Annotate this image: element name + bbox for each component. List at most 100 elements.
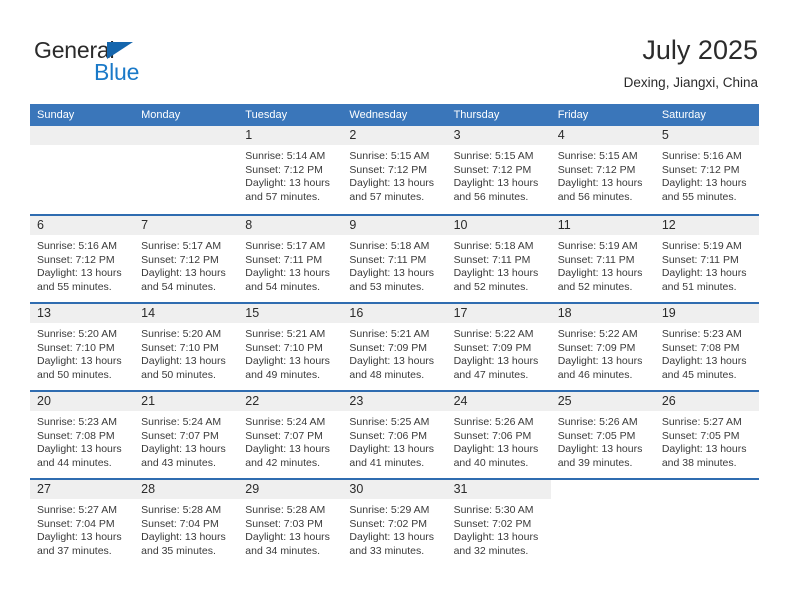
- sunrise-text: Sunrise: 5:21 AM: [245, 328, 326, 340]
- day-cell[interactable]: 19 Sunrise: 5:23 AM Sunset: 7:08 PM Dayl…: [654, 304, 759, 390]
- day-number: 31: [453, 482, 468, 496]
- day-number: 18: [557, 306, 572, 320]
- day-cell[interactable]: 2 Sunrise: 5:15 AM Sunset: 7:12 PM Dayli…: [342, 126, 447, 214]
- day-cell[interactable]: 3 Sunrise: 5:15 AM Sunset: 7:12 PM Dayli…: [446, 126, 551, 214]
- day-cell[interactable]: 23 Sunrise: 5:25 AM Sunset: 7:06 PM Dayl…: [342, 392, 447, 478]
- day-header-tuesday: Tuesday: [245, 109, 288, 121]
- day-cell[interactable]: 9 Sunrise: 5:18 AM Sunset: 7:11 PM Dayli…: [342, 216, 447, 302]
- day-header-wednesday: Wednesday: [349, 109, 408, 121]
- title-block: July 2025 Dexing, Jiangxi, China: [624, 34, 758, 91]
- day-cell[interactable]: 29 Sunrise: 5:28 AM Sunset: 7:03 PM Dayl…: [238, 480, 343, 566]
- day-cell[interactable]: 7 Sunrise: 5:17 AM Sunset: 7:12 PM Dayli…: [134, 216, 239, 302]
- sunrise-text: Sunrise: 5:23 AM: [37, 416, 117, 428]
- calendar-page: General Blue July 2025 Dexing, Jiangxi, …: [0, 0, 792, 612]
- day-header-monday: Monday: [141, 109, 181, 121]
- day-number: 19: [661, 306, 676, 320]
- day-cell[interactable]: 15 Sunrise: 5:21 AM Sunset: 7:10 PM Dayl…: [238, 304, 343, 390]
- day-number: 17: [453, 306, 468, 320]
- day-header-thursday: Thursday: [453, 109, 500, 121]
- day-number: 11: [557, 218, 571, 232]
- sunset-text: Sunset: 7:12 PM: [453, 163, 532, 176]
- daylight-text: Daylight: 13 hours and 50 minutes.: [37, 355, 122, 381]
- day-cell[interactable]: 20 Sunrise: 5:23 AM Sunset: 7:08 PM Dayl…: [30, 392, 135, 478]
- sunrise-text: Sunrise: 5:21 AM: [349, 328, 430, 340]
- daylight-text: Daylight: 13 hours and 57 minutes.: [245, 177, 330, 203]
- week-row: 27 Sunrise: 5:27 AM Sunset: 7:04 PM Dayl…: [30, 478, 759, 566]
- day-cell[interactable]: 8 Sunrise: 5:17 AM Sunset: 7:11 PM Dayli…: [238, 216, 343, 302]
- day-cell[interactable]: [654, 480, 759, 566]
- week-row: 13 Sunrise: 5:20 AM Sunset: 7:10 PM Dayl…: [30, 302, 759, 390]
- general-blue-logo[interactable]: General Blue: [34, 38, 194, 86]
- day-number: 3: [453, 128, 461, 142]
- daylight-text: Daylight: 13 hours and 32 minutes.: [453, 531, 539, 557]
- day-number: 24: [453, 394, 468, 408]
- day-cell[interactable]: 12 Sunrise: 5:19 AM Sunset: 7:11 PM Dayl…: [654, 216, 759, 302]
- sunrise-text: Sunrise: 5:27 AM: [661, 416, 742, 428]
- sunset-text: Sunset: 7:12 PM: [557, 163, 636, 176]
- daylight-text: Daylight: 13 hours and 35 minutes.: [141, 531, 226, 557]
- day-cell[interactable]: 26 Sunrise: 5:27 AM Sunset: 7:05 PM Dayl…: [654, 392, 759, 478]
- sunset-text: Sunset: 7:11 PM: [349, 253, 427, 266]
- daylight-text: Daylight: 13 hours and 53 minutes.: [349, 267, 435, 293]
- sunrise-text: Sunrise: 5:26 AM: [557, 416, 638, 428]
- sunrise-text: Sunrise: 5:17 AM: [245, 240, 326, 252]
- sunset-text: Sunset: 7:09 PM: [557, 341, 636, 354]
- daylight-text: Daylight: 13 hours and 52 minutes.: [557, 267, 643, 293]
- day-cell[interactable]: 4 Sunrise: 5:15 AM Sunset: 7:12 PM Dayli…: [550, 126, 655, 214]
- day-cell[interactable]: 16 Sunrise: 5:21 AM Sunset: 7:09 PM Dayl…: [342, 304, 447, 390]
- day-cell[interactable]: 13 Sunrise: 5:20 AM Sunset: 7:10 PM Dayl…: [30, 304, 135, 390]
- day-number: 25: [557, 394, 572, 408]
- day-cell[interactable]: 11 Sunrise: 5:19 AM Sunset: 7:11 PM Dayl…: [550, 216, 655, 302]
- daylight-text: Daylight: 13 hours and 52 minutes.: [453, 267, 539, 293]
- day-cell[interactable]: 24 Sunrise: 5:26 AM Sunset: 7:06 PM Dayl…: [446, 392, 551, 478]
- sunset-text: Sunset: 7:11 PM: [661, 253, 739, 266]
- day-cell[interactable]: 6 Sunrise: 5:16 AM Sunset: 7:12 PM Dayli…: [30, 216, 135, 302]
- daylight-text: Daylight: 13 hours and 56 minutes.: [453, 177, 539, 203]
- day-cell[interactable]: [550, 480, 655, 566]
- sunrise-text: Sunrise: 5:16 AM: [37, 240, 117, 252]
- sunrise-text: Sunrise: 5:27 AM: [37, 504, 117, 516]
- day-cell[interactable]: 22 Sunrise: 5:24 AM Sunset: 7:07 PM Dayl…: [238, 392, 343, 478]
- daylight-text: Daylight: 13 hours and 43 minutes.: [141, 443, 226, 469]
- calendar-grid: Sunday Monday Tuesday Wednesday Thursday…: [30, 104, 759, 566]
- day-cell[interactable]: 5 Sunrise: 5:16 AM Sunset: 7:12 PM Dayli…: [654, 126, 759, 214]
- day-number: 29: [245, 482, 260, 496]
- day-cell[interactable]: 31 Sunrise: 5:30 AM Sunset: 7:02 PM Dayl…: [446, 480, 551, 566]
- day-cell[interactable]: 10 Sunrise: 5:18 AM Sunset: 7:11 PM Dayl…: [446, 216, 551, 302]
- sunrise-text: Sunrise: 5:14 AM: [245, 150, 326, 162]
- day-cell[interactable]: 30 Sunrise: 5:29 AM Sunset: 7:02 PM Dayl…: [342, 480, 447, 566]
- daylight-text: Daylight: 13 hours and 41 minutes.: [349, 443, 435, 469]
- day-number: 5: [661, 128, 669, 142]
- sunrise-text: Sunrise: 5:18 AM: [349, 240, 430, 252]
- sunrise-text: Sunrise: 5:15 AM: [557, 150, 638, 162]
- day-number: 7: [141, 218, 149, 232]
- day-cell[interactable]: 1 Sunrise: 5:14 AM Sunset: 7:12 PM Dayli…: [238, 126, 343, 214]
- day-cell[interactable]: [134, 126, 239, 214]
- day-cell[interactable]: 27 Sunrise: 5:27 AM Sunset: 7:04 PM Dayl…: [30, 480, 135, 566]
- day-number: 6: [37, 218, 44, 232]
- day-cell[interactable]: 14 Sunrise: 5:20 AM Sunset: 7:10 PM Dayl…: [134, 304, 239, 390]
- day-number: 4: [557, 128, 565, 142]
- week-row: 1 Sunrise: 5:14 AM Sunset: 7:12 PM Dayli…: [30, 126, 759, 214]
- day-cell[interactable]: 21 Sunrise: 5:24 AM Sunset: 7:07 PM Dayl…: [134, 392, 239, 478]
- day-number: 9: [349, 218, 357, 232]
- day-cell[interactable]: 25 Sunrise: 5:26 AM Sunset: 7:05 PM Dayl…: [550, 392, 655, 478]
- sunrise-text: Sunrise: 5:25 AM: [349, 416, 430, 428]
- day-header-sunday: Sunday: [37, 109, 75, 121]
- day-number: 30: [349, 482, 364, 496]
- day-cell[interactable]: 18 Sunrise: 5:22 AM Sunset: 7:09 PM Dayl…: [550, 304, 655, 390]
- sunrise-text: Sunrise: 5:26 AM: [453, 416, 534, 428]
- day-cell[interactable]: 28 Sunrise: 5:28 AM Sunset: 7:04 PM Dayl…: [134, 480, 239, 566]
- sunset-text: Sunset: 7:11 PM: [245, 253, 323, 266]
- day-number: 22: [245, 394, 260, 408]
- day-cell[interactable]: [30, 126, 135, 214]
- day-number: 21: [141, 394, 156, 408]
- daylight-text: Daylight: 13 hours and 48 minutes.: [349, 355, 435, 381]
- sunset-text: Sunset: 7:03 PM: [245, 517, 323, 530]
- sunset-text: Sunset: 7:10 PM: [141, 341, 219, 354]
- day-of-week-header-row: Sunday Monday Tuesday Wednesday Thursday…: [30, 104, 759, 126]
- daylight-text: Daylight: 13 hours and 42 minutes.: [245, 443, 330, 469]
- day-cell[interactable]: 17 Sunrise: 5:22 AM Sunset: 7:09 PM Dayl…: [446, 304, 551, 390]
- sunset-text: Sunset: 7:05 PM: [557, 429, 636, 442]
- day-number: 2: [349, 128, 357, 142]
